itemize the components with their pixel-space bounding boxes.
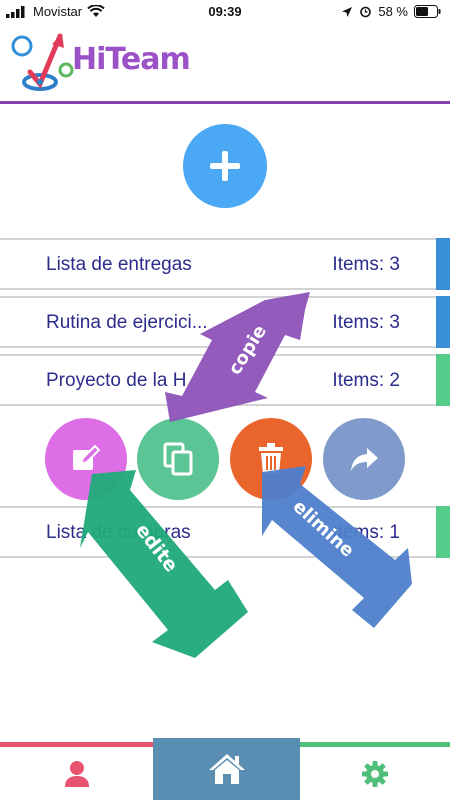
copy-annotation-arrow: copie xyxy=(165,292,310,422)
edit-annotation-arrow: edite xyxy=(80,470,248,658)
nav-settings-tab[interactable] xyxy=(300,747,450,800)
user-icon xyxy=(64,760,89,787)
annotation-layer: copie edite elimine xyxy=(80,292,412,658)
nav-profile-tab[interactable] xyxy=(0,747,153,800)
gear-icon xyxy=(362,760,388,787)
bottom-nav xyxy=(0,738,450,800)
home-icon xyxy=(208,754,245,784)
delete-annotation-arrow: elimine xyxy=(262,466,412,628)
nav-home-tab[interactable] xyxy=(153,738,300,800)
